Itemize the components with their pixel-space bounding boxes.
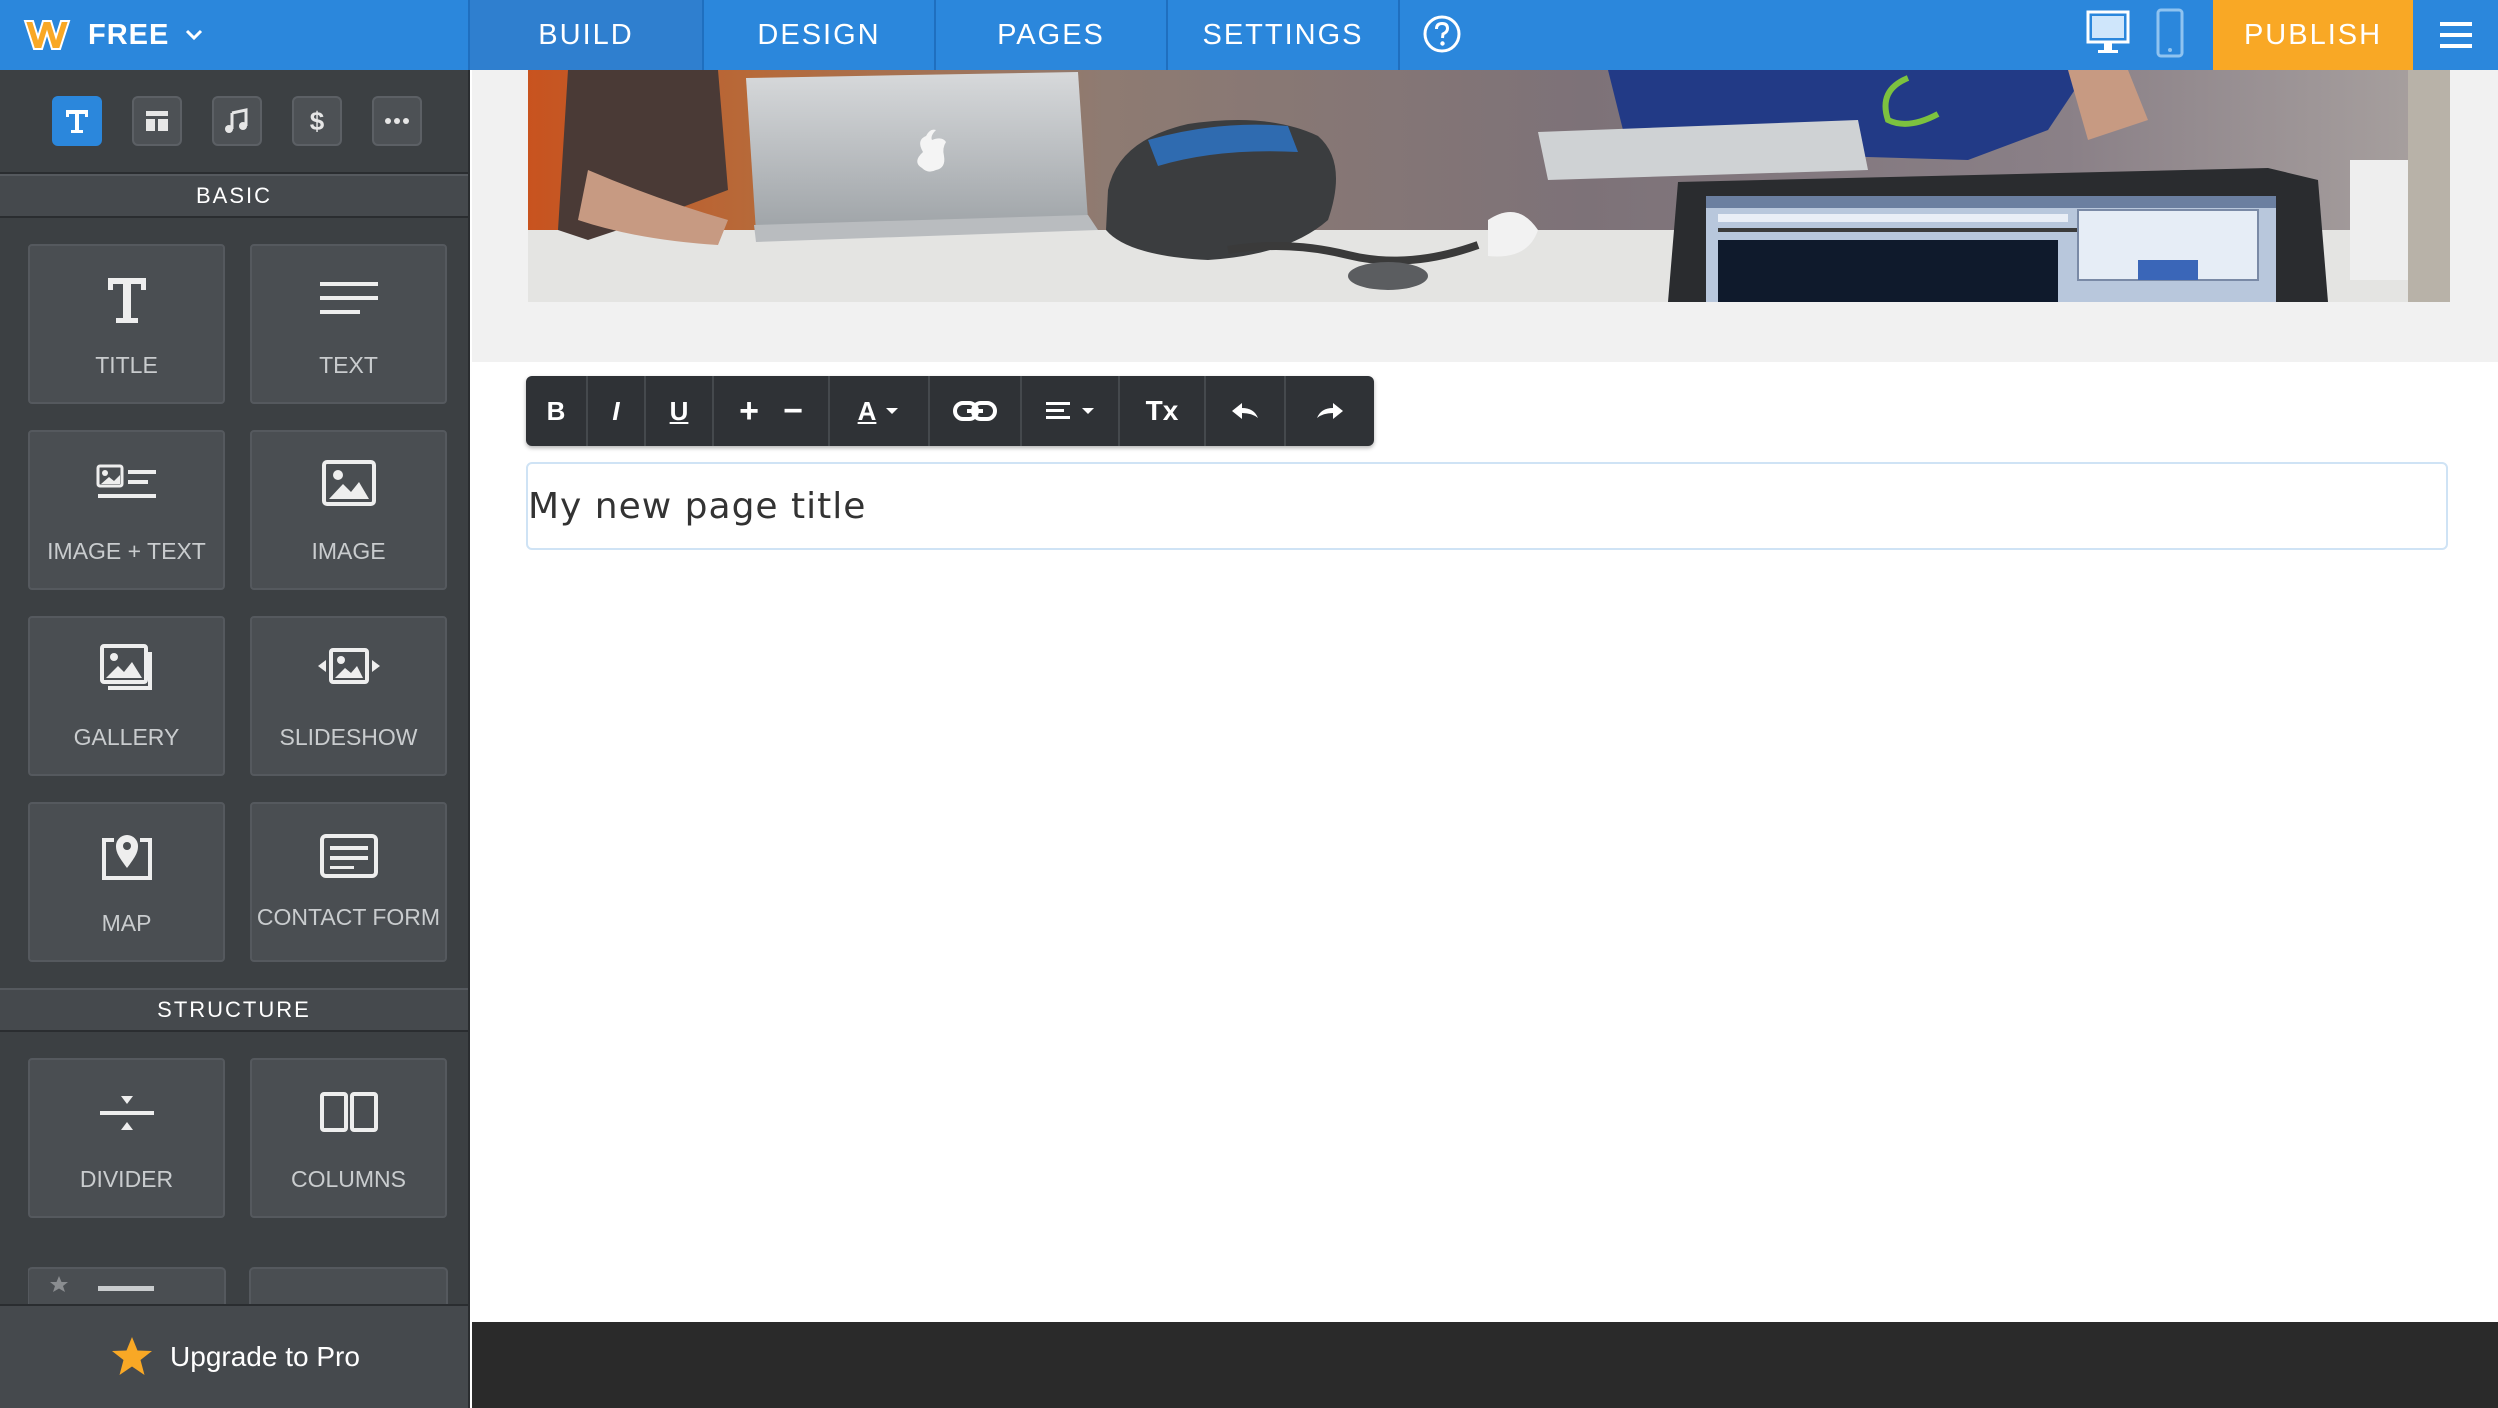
gallery-icon (99, 644, 152, 690)
increase-size-button[interactable]: + (727, 392, 771, 431)
elements-sidebar: $ BASIC TITLE TEXT IMAGE + TEXT IMAGE GA… (0, 70, 470, 1408)
element-label: TEXT (319, 352, 378, 378)
publish-button[interactable]: PUBLISH (2213, 0, 2413, 70)
undo-button[interactable] (1206, 376, 1286, 446)
commerce-tool-icon[interactable]: $ (292, 96, 342, 146)
element-label: TITLE (95, 352, 158, 378)
svg-text:$: $ (310, 106, 325, 136)
link-button[interactable] (930, 376, 1022, 446)
caret-down-icon (1082, 408, 1094, 414)
element-map[interactable]: MAP (28, 802, 225, 962)
element-title[interactable]: TITLE (28, 244, 225, 404)
text-color-button[interactable]: A (830, 376, 930, 446)
element-label: SLIDESHOW (279, 724, 418, 750)
contact-form-icon (319, 834, 378, 878)
italic-label: I (612, 395, 620, 426)
element-gallery[interactable]: GALLERY (28, 616, 225, 776)
element-label: COLUMNS (290, 1166, 406, 1192)
more-tool-icon[interactable] (372, 96, 422, 146)
underline-button[interactable]: U (646, 376, 714, 446)
redo-icon (1317, 403, 1343, 419)
media-tool-icon[interactable] (212, 96, 262, 146)
site-menu[interactable]: FREE (0, 0, 470, 70)
help-icon[interactable] (1422, 14, 1462, 54)
plan-label: FREE (88, 18, 170, 51)
text-icon (319, 282, 378, 314)
divider-icon (99, 1096, 154, 1130)
columns-icon (319, 1092, 378, 1132)
weebly-logo-icon (23, 20, 71, 50)
underline-label: U (669, 395, 689, 426)
element-contact-form[interactable]: CONTACT FORM (250, 802, 447, 962)
basic-elements-grid: TITLE TEXT IMAGE + TEXT IMAGE GALLERY SL… (0, 218, 468, 988)
bold-label: B (546, 395, 566, 426)
align-button[interactable] (1022, 376, 1120, 446)
element-text[interactable]: TEXT (250, 244, 447, 404)
tab-pages[interactable]: PAGES (936, 0, 1168, 70)
tab-settings[interactable]: SETTINGS (1168, 0, 1400, 70)
slideshow-icon (317, 648, 380, 684)
main-nav: BUILD DESIGN PAGES SETTINGS (470, 0, 1400, 70)
redo-button[interactable] (1286, 376, 1374, 446)
element-label: CONTACT FORM (256, 904, 441, 930)
text-color-label: A (857, 395, 877, 426)
page-canvas: B I U + − A Tx My new page title (472, 70, 2498, 1322)
title-icon (107, 278, 146, 323)
desktop-preview-icon[interactable] (2086, 8, 2130, 60)
link-icon (953, 401, 997, 421)
element-slideshow[interactable]: SLIDESHOW (250, 616, 447, 776)
element-category-tabs: $ (0, 70, 468, 174)
italic-button[interactable]: I (588, 376, 646, 446)
element-image[interactable]: IMAGE (250, 430, 447, 590)
chevron-down-icon (186, 29, 203, 41)
footer-band (472, 1322, 2498, 1408)
star-icon (112, 1337, 153, 1375)
map-icon (101, 835, 152, 880)
text-tool-icon[interactable] (52, 96, 102, 146)
tab-build[interactable]: BUILD (470, 0, 704, 70)
page-title-text[interactable]: My new page title (528, 486, 866, 527)
caret-down-icon (886, 408, 899, 414)
upgrade-label: Upgrade to Pro (170, 1341, 360, 1372)
more-elements-partial (28, 1267, 448, 1306)
structure-section-heading: STRUCTURE (0, 988, 468, 1032)
text-format-toolbar: B I U + − A Tx (526, 376, 1374, 446)
page-title-editor[interactable]: My new page title (526, 462, 2448, 550)
element-label: MAP (101, 910, 152, 936)
header-banner-image[interactable] (528, 70, 2450, 302)
top-bar: FREE BUILD DESIGN PAGES SETTINGS PUBLISH (0, 0, 2498, 70)
element-label: IMAGE (311, 538, 386, 564)
clear-format-label: Tx (1145, 395, 1179, 426)
hamburger-menu-icon[interactable] (2413, 0, 2498, 70)
bold-button[interactable]: B (526, 376, 588, 446)
undo-icon (1232, 403, 1258, 419)
align-left-icon (1046, 402, 1070, 419)
image-icon (321, 460, 376, 506)
element-divider[interactable]: DIVIDER (28, 1058, 225, 1218)
element-columns[interactable]: COLUMNS (250, 1058, 447, 1218)
element-image-text[interactable]: IMAGE + TEXT (28, 430, 225, 590)
tab-design[interactable]: DESIGN (704, 0, 936, 70)
mobile-preview-icon[interactable] (2155, 8, 2185, 60)
element-label: DIVIDER (79, 1166, 174, 1192)
upgrade-to-pro-button[interactable]: Upgrade to Pro (0, 1304, 468, 1408)
decrease-size-button[interactable]: − (771, 392, 815, 431)
layout-tool-icon[interactable] (132, 96, 182, 146)
basic-section-heading: BASIC (0, 174, 468, 218)
element-label: IMAGE + TEXT (47, 538, 206, 564)
clear-format-button[interactable]: Tx (1120, 376, 1206, 446)
structure-elements-grid: DIVIDER COLUMNS (0, 1032, 468, 1244)
element-label: GALLERY (73, 724, 180, 750)
image-text-icon (96, 464, 156, 498)
font-size-controls: + − (714, 376, 830, 446)
